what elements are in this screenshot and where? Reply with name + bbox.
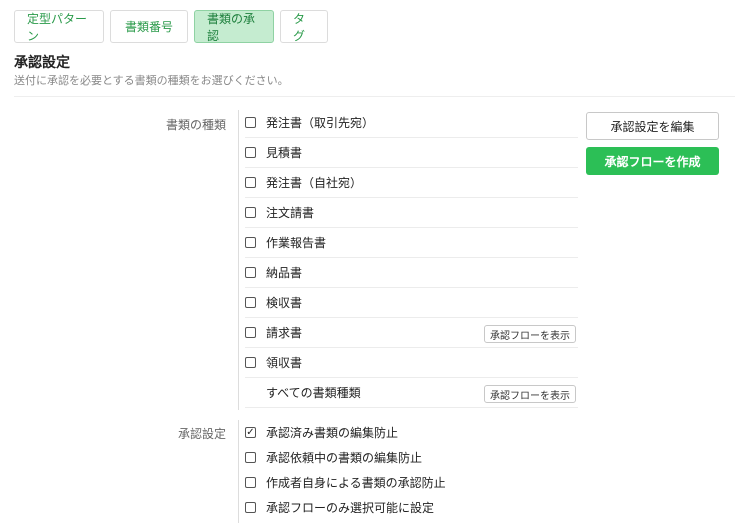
doc-type-label: すべての書類種類	[266, 386, 361, 400]
approval-setting-checkbox[interactable]: ✓	[245, 427, 256, 438]
doc-type-checkbox[interactable]	[245, 297, 256, 308]
edit-approval-settings-button[interactable]: 承認設定を編集	[586, 112, 719, 140]
doc-type-row: 発注書（取引先宛）	[245, 108, 578, 138]
approval-setting-checkbox[interactable]	[245, 452, 256, 463]
divider	[14, 96, 735, 97]
doc-type-checkbox[interactable]	[245, 207, 256, 218]
column-divider	[238, 110, 239, 410]
doc-type-row: 見積書	[245, 138, 578, 168]
doc-type-label: 納品書	[266, 266, 303, 280]
doc-type-checkbox[interactable]	[245, 357, 256, 368]
doc-type-checkbox[interactable]	[245, 327, 256, 338]
approval-setting-label: 承認フローのみ選択可能に設定	[266, 501, 435, 515]
doc-type-label: 作業報告書	[266, 236, 327, 250]
doc-types-label: 書類の種類	[165, 118, 226, 132]
section-description: 送付に承認を必要とする書類の種類をお選びください。	[14, 74, 289, 87]
doc-type-label: 請求書	[266, 326, 303, 340]
settings-tabs: 定型パターン 書類番号 書類の承認 タグ	[14, 10, 328, 43]
doc-type-checkbox[interactable]	[245, 267, 256, 278]
create-approval-flow-button[interactable]: 承認フローを作成	[586, 147, 719, 175]
doc-type-row: 注文請書	[245, 198, 578, 228]
doc-type-checkbox[interactable]	[245, 147, 256, 158]
doc-type-label: 注文請書	[266, 206, 315, 220]
approval-setting-row: 作成者自身による書類の承認防止	[245, 470, 578, 495]
section-title: 承認設定	[14, 55, 70, 71]
doc-type-list: 発注書（取引先宛） 見積書 発注書（自社宛） 注文請書 作業報告書 納品書 検収書 請求書 承認…	[245, 108, 578, 408]
doc-type-row: 請求書 承認フローを表示	[245, 318, 578, 348]
approval-setting-row: 承認フローのみ選択可能に設定	[245, 495, 578, 520]
doc-type-label: 検収書	[266, 296, 303, 310]
doc-type-row: すべての書類種類 承認フローを表示	[245, 378, 578, 408]
approval-setting-checkbox[interactable]	[245, 477, 256, 488]
tab-tags[interactable]: タグ	[280, 10, 328, 43]
approval-setting-row: 承認依頼中の書類の編集防止	[245, 445, 578, 470]
doc-type-row: 作業報告書	[245, 228, 578, 258]
approval-setting-checkbox[interactable]	[245, 502, 256, 513]
doc-type-row: 領収書	[245, 348, 578, 378]
checkbox-spacer	[245, 387, 256, 398]
tab-document-approval[interactable]: 書類の承認	[194, 10, 274, 43]
doc-type-row: 納品書	[245, 258, 578, 288]
approval-setting-label: 承認済み書類の編集防止	[266, 426, 399, 440]
tab-template-pattern[interactable]: 定型パターン	[14, 10, 104, 43]
doc-type-row: 検収書	[245, 288, 578, 318]
show-approval-flow-button[interactable]: 承認フローを表示	[484, 325, 576, 343]
doc-type-label: 発注書（取引先宛）	[266, 116, 375, 130]
show-approval-flow-button[interactable]: 承認フローを表示	[484, 385, 576, 403]
column-divider-2	[238, 420, 239, 523]
approval-setting-label: 作成者自身による書類の承認防止	[266, 476, 446, 490]
approval-settings-label: 承認設定	[177, 427, 226, 441]
doc-type-label: 見積書	[266, 146, 303, 160]
doc-type-label: 発注書（自社宛）	[266, 176, 363, 190]
doc-type-checkbox[interactable]	[245, 117, 256, 128]
tab-document-number[interactable]: 書類番号	[110, 10, 188, 43]
doc-type-checkbox[interactable]	[245, 177, 256, 188]
approval-setting-label: 承認依頼中の書類の編集防止	[266, 451, 423, 465]
doc-type-row: 発注書（自社宛）	[245, 168, 578, 198]
doc-type-checkbox[interactable]	[245, 237, 256, 248]
approval-settings-list: ✓ 承認済み書類の編集防止承認依頼中の書類の編集防止作成者自身による書類の承認防止…	[245, 420, 578, 520]
approval-setting-row: ✓ 承認済み書類の編集防止	[245, 420, 578, 445]
doc-type-label: 領収書	[266, 356, 303, 370]
